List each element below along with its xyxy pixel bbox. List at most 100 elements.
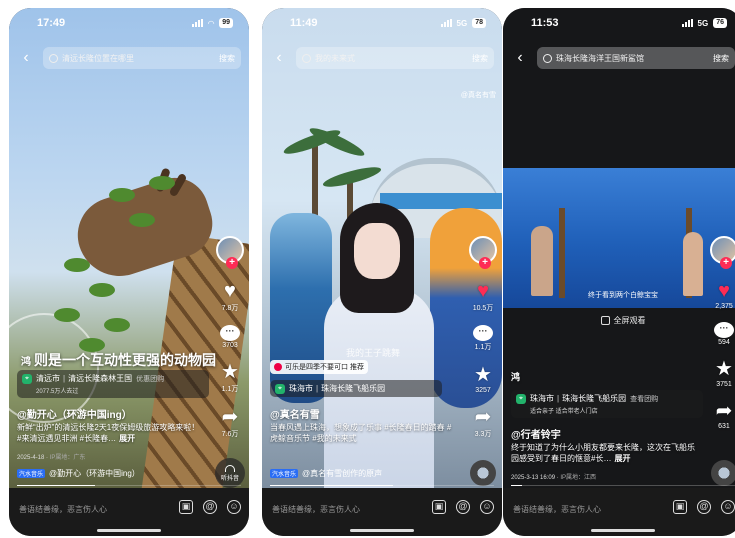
comment-icon[interactable]: ···: [473, 325, 493, 341]
back-arrow-icon[interactable]: ‹: [17, 49, 35, 67]
signal-icon: [681, 19, 693, 27]
heart-icon[interactable]: ♥: [718, 280, 730, 302]
music-row[interactable]: 汽水音乐 @勤开心（环游中国ing）: [17, 468, 140, 479]
video-progress[interactable]: [17, 485, 241, 486]
like-action[interactable]: ♥ 7.8万: [222, 280, 239, 313]
author-avatar[interactable]: +: [710, 236, 735, 269]
poi-name: 珠海长隆飞船乐园: [321, 384, 386, 393]
like-action[interactable]: ♥ 10.5万: [473, 280, 494, 313]
leaf: [89, 283, 115, 297]
video-overlay-prefix: 鸿: [511, 372, 521, 382]
share-icon[interactable]: ➦: [716, 400, 733, 422]
follow-plus-icon[interactable]: +: [479, 257, 491, 269]
at-icon[interactable]: @: [456, 500, 470, 514]
author-avatar[interactable]: +: [216, 236, 244, 269]
share-action[interactable]: ➦ 3.3万: [475, 406, 492, 439]
share-icon[interactable]: ➦: [475, 406, 492, 428]
poi-card[interactable]: ⌖ 珠海市 | 珠海长隆飞船乐园 查看团购 适合亲子 适合带老人门店: [511, 390, 703, 418]
comment-input[interactable]: 善语结善缘，恶言伤人心: [272, 504, 360, 515]
search-query: 我的未来式: [315, 53, 355, 63]
image-icon[interactable]: ▣: [432, 500, 446, 514]
poi-extra[interactable]: 优惠团购: [136, 374, 164, 384]
share-count: 3.3万: [474, 431, 492, 438]
author-name[interactable]: @真名有雪: [270, 406, 320, 421]
leaf: [109, 188, 135, 202]
comment-icon[interactable]: ···: [714, 322, 734, 338]
follow-plus-icon[interactable]: +: [226, 257, 238, 269]
emoji-icon[interactable]: ☺: [721, 500, 735, 514]
comment-action[interactable]: ··· 594: [714, 322, 734, 346]
music-disc-icon[interactable]: [711, 460, 735, 486]
hint-chip[interactable]: 可乐是四季不要可口 推荐: [270, 360, 368, 374]
search-input[interactable]: 清远长隆位置在哪里 搜索: [43, 47, 241, 69]
image-icon[interactable]: ▣: [179, 500, 193, 514]
share-icon[interactable]: ➦: [222, 406, 239, 428]
star-action[interactable]: ★ 3751: [715, 358, 733, 388]
music-row[interactable]: 汽水音乐 @真名有雪创作的原声: [270, 468, 382, 479]
back-arrow-icon[interactable]: ‹: [270, 49, 288, 67]
search-icon: [49, 53, 58, 63]
at-icon[interactable]: @: [697, 500, 711, 514]
leaf: [104, 318, 130, 332]
star-count: 1.1万: [221, 386, 239, 393]
video-progress[interactable]: [511, 485, 735, 486]
heart-icon[interactable]: ♥: [477, 280, 489, 302]
battery-icon: 99: [219, 18, 233, 28]
listen-button[interactable]: 听抖音: [215, 458, 245, 488]
expand-link[interactable]: 展开: [614, 454, 630, 463]
search-button[interactable]: 搜索: [713, 53, 729, 64]
comment-count: 594: [718, 339, 730, 346]
image-icon[interactable]: ▣: [673, 500, 687, 514]
back-arrow-icon[interactable]: ‹: [511, 49, 529, 67]
share-count: 631: [718, 423, 730, 430]
search-button[interactable]: 搜索: [219, 53, 235, 64]
expand-link[interactable]: 展开: [119, 434, 135, 443]
phone-screen-1: 17:49 ◠ 99 ‹ 清远长隆位置在哪里 搜索 + ♥ 7.8万 ··· 3…: [9, 8, 249, 536]
emoji-icon[interactable]: ☺: [480, 500, 494, 514]
music-source-label: 汽水音乐: [17, 469, 46, 478]
author-name[interactable]: @勤开心（环游中国ing）: [17, 406, 132, 421]
star-icon[interactable]: ★: [474, 364, 492, 386]
search-input[interactable]: 我的未来式 搜索: [296, 47, 494, 69]
poi-card[interactable]: ⌖ 珠海市 | 珠海长隆飞船乐园: [270, 380, 442, 397]
star-action[interactable]: ★ 1.1万: [221, 361, 239, 394]
share-action[interactable]: ➦ 7.6万: [222, 406, 239, 439]
leaf: [129, 213, 155, 227]
search-button[interactable]: 搜索: [472, 53, 488, 64]
leaf: [64, 258, 90, 272]
star-action[interactable]: ★ 3257: [474, 364, 492, 394]
phone-screen-3: 终于看到两个白鲸宝宝 全屏观看 11:53 5G 76 ‹ 珠海长隆海洋王国新鲨…: [503, 8, 735, 536]
music-disc-icon[interactable]: [470, 460, 496, 486]
like-action[interactable]: ♥ 2,375: [715, 280, 733, 310]
status-bar: 11:49 5G 78: [262, 8, 502, 38]
video-description: 当春风遇上珠海，想象成了乐事 #长隆春日的踏春 #虎鲸音乐节 #我的未来式: [270, 423, 452, 443]
comment-action[interactable]: ··· 1.1万: [473, 325, 493, 352]
star-icon[interactable]: ★: [715, 358, 733, 380]
mascot-blue: [270, 213, 332, 403]
search-input[interactable]: 珠海长隆海洋王国新鲨馆 搜索: [537, 47, 735, 69]
poi-card[interactable]: ⌖ 清远市 | 清远长隆森林王国 优惠团购 2077.5万人去过: [17, 370, 209, 398]
comment-icon[interactable]: ···: [220, 325, 240, 341]
poi-extra[interactable]: 查看团购: [630, 394, 658, 404]
video-aquarium[interactable]: [503, 168, 735, 308]
follow-plus-icon[interactable]: +: [720, 257, 732, 269]
star-icon[interactable]: ★: [221, 361, 239, 383]
video-meta: 2025-3-13 16:09 · IP属地：江西: [511, 475, 597, 481]
at-icon[interactable]: @: [203, 500, 217, 514]
video-description: 终于知道了为什么小朋友都要来长隆，这次在飞船乐园感受到了春日的惬意#长… 展开: [511, 443, 695, 463]
video-progress[interactable]: [270, 485, 494, 486]
comment-input[interactable]: 善语结善缘，恶言伤人心: [513, 504, 601, 515]
comment-action[interactable]: ··· 3703: [220, 325, 240, 349]
share-action[interactable]: ➦ 631: [716, 400, 733, 430]
emoji-icon[interactable]: ☺: [227, 500, 241, 514]
author-avatar[interactable]: +: [469, 236, 497, 269]
comment-input[interactable]: 善语结善缘，恶言伤人心: [19, 504, 107, 515]
search-icon: [302, 53, 311, 63]
listen-label: 听抖音: [220, 475, 239, 482]
author-name[interactable]: @行者铃宇: [511, 426, 561, 441]
search-bar: ‹ 我的未来式 搜索: [270, 46, 494, 70]
fullscreen-button[interactable]: 全屏观看: [503, 315, 735, 326]
poi-name: 珠海长隆飞船乐园: [562, 394, 627, 403]
battery-icon: 76: [713, 18, 727, 28]
heart-icon[interactable]: ♥: [224, 280, 236, 302]
